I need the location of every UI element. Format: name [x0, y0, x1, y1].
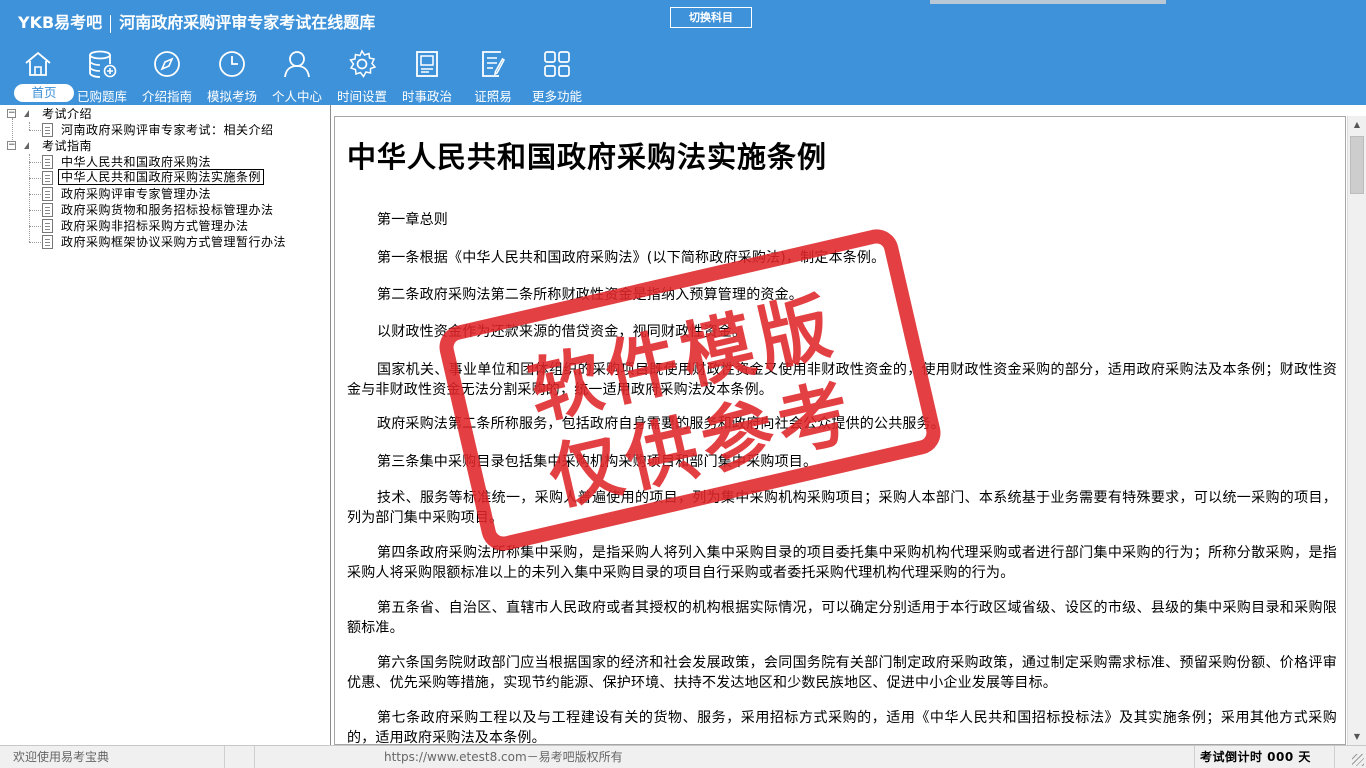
document-viewer[interactable]: 中华人民共和国政府采购法实施条例 第一章总则 第一条根据《中华人民共和国政府采购… [334, 116, 1346, 745]
scrollbar-thumb[interactable] [1350, 136, 1364, 194]
status-copyright: https://www.etest8.com－易考吧版权所有 [255, 746, 1195, 768]
tree-item[interactable]: 政府采购非招标采购方式管理办法 [0, 218, 320, 234]
nav-current-affairs[interactable]: 时事政治 [395, 46, 459, 104]
status-welcome: 欢迎使用易考宝典 [0, 746, 225, 768]
nav-mock-exam-label: 模拟考场 [206, 89, 257, 104]
nav-certificate[interactable]: 证照易 [461, 46, 525, 104]
nav-purchased-bank[interactable]: 已购题库 [70, 46, 134, 104]
status-blank [225, 746, 255, 768]
nav-personal-center-label: 个人中心 [271, 89, 322, 104]
paragraph: 第七条政府采购工程以及与工程建设有关的货物、服务，采用招标方式采购的，适用《中华… [347, 710, 1337, 745]
compass-icon [154, 51, 180, 77]
document-icon [42, 187, 53, 201]
clipboard-icon [482, 51, 505, 77]
nav-personal-center[interactable]: 个人中心 [265, 46, 329, 104]
paragraph: 以财政性资金作为还款来源的借贷资金，视同财政性资金。 [377, 324, 747, 340]
tree-item-selected[interactable]: 中华人民共和国政府采购法实施条例 [0, 169, 320, 186]
document-icon [42, 219, 53, 233]
app-brand: YKB易考吧 河南政府采购评审专家考试在线题库 [18, 9, 375, 33]
collapse-icon[interactable]: − [7, 109, 16, 118]
tree-item-label: 中华人民共和国政府采购法 [61, 155, 212, 169]
user-icon [284, 51, 310, 78]
grid-icon [544, 51, 570, 77]
paragraph: 第一章总则 [377, 212, 448, 228]
tree-item-label: 政府采购非招标采购方式管理办法 [61, 219, 249, 233]
status-bar: 欢迎使用易考宝典 https://www.etest8.com－易考吧版权所有 … [0, 745, 1366, 768]
tree-item-label: 中华人民共和国政府采购法实施条例 [58, 169, 265, 185]
top-bar: YKB易考吧 河南政府采购评审专家考试在线题库 切换科目 首页 已购题库 介绍指南… [0, 0, 1366, 105]
document-icon [42, 155, 53, 169]
tree-item-label: 河南政府采购评审专家考试：相关介绍 [61, 123, 274, 137]
chapter-tree: − 考试介绍 河南政府采购评审专家考试：相关介绍 − 考试指南 中华人民共和国政… [0, 105, 331, 745]
window-edge [930, 0, 1166, 4]
paragraph: 第三条集中采购目录包括集中采购机构采购项目和部门集中采购项目。 [377, 454, 818, 470]
nav-purchased-bank-label: 已购题库 [76, 89, 127, 104]
tree-group-label: 考试指南 [42, 139, 93, 153]
nav-mock-exam[interactable]: 模拟考场 [200, 46, 264, 104]
exam-countdown: 考试倒计时 000 天 [1195, 746, 1335, 768]
tree-item[interactable]: 政府采购货物和服务招标投标管理办法 [0, 202, 320, 218]
tree-item[interactable]: 中华人民共和国政府采购法 [0, 154, 320, 170]
home-icon [25, 51, 51, 76]
paragraph: 国家机关、事业单位和团体组织的采购项目既使用财政性资金又使用非财政性资金的，使用… [347, 362, 1337, 398]
paragraph: 技术、服务等标准统一，采购人普遍使用的项目，列为集中采购机构采购项目；采购人本部… [347, 490, 1337, 526]
brand-divider [110, 14, 112, 33]
scroll-down-arrow-icon[interactable]: ▼ [1348, 728, 1366, 745]
clock-icon [219, 51, 245, 77]
expanded-arrow-icon [24, 110, 29, 117]
tree-item-label: 政府采购评审专家管理办法 [61, 187, 212, 201]
gear-icon [349, 49, 377, 78]
document-icon [42, 123, 53, 137]
nav-home-label: 首页 [14, 84, 74, 102]
tree-item-label: 政府采购框架协议采购方式管理暂行办法 [61, 235, 287, 249]
nav-time-settings-label: 时间设置 [336, 89, 387, 104]
document-icon [42, 235, 53, 249]
switch-subject-button[interactable]: 切换科目 [670, 7, 752, 28]
document-title: 中华人民共和国政府采购法实施条例 [347, 140, 828, 174]
nav-more-functions-label: 更多功能 [531, 89, 582, 104]
scroll-up-arrow-icon[interactable]: ▲ [1348, 116, 1366, 133]
document-icon [42, 203, 53, 217]
nav-certificate-label: 证照易 [474, 89, 512, 104]
tree-group-exam-guide[interactable]: − 考试指南 [0, 138, 320, 154]
paragraph: 第四条政府采购法所称集中采购，是指采购人将列入集中采购目录的项目委托集中采购机构… [347, 545, 1337, 581]
tree-item[interactable]: 河南政府采购评审专家考试：相关介绍 [0, 122, 320, 138]
logo: YKB易考吧 [18, 13, 103, 32]
nav-home[interactable]: 首页 [6, 46, 74, 104]
paragraph: 第六条国务院财政部门应当根据国家的经济和社会发展政策，会同国务院有关部门制定政府… [347, 655, 1337, 691]
document-pin-icon [42, 171, 53, 185]
book-icon [416, 51, 438, 77]
paragraph: 第一条根据《中华人民共和国政府采购法》(以下简称政府采购法)，制定本条例。 [377, 250, 886, 266]
paragraph: 第五条省、自治区、直辖市人民政府或者其授权的机构根据实际情况，可以确定分别适用于… [347, 600, 1337, 636]
database-icon [89, 50, 117, 78]
vertical-scrollbar[interactable]: ▲ ▼ [1347, 116, 1366, 745]
paragraph: 第二条政府采购法第二条所称财政性资金是指纳入预算管理的资金。 [377, 287, 803, 303]
tree-item[interactable]: 政府采购评审专家管理办法 [0, 186, 320, 202]
nav-guide-label: 介绍指南 [141, 89, 192, 104]
collapse-icon[interactable]: − [7, 141, 16, 150]
tree-item-label: 政府采购货物和服务招标投标管理办法 [61, 203, 274, 217]
tree-group-exam-intro[interactable]: − 考试介绍 [0, 106, 320, 122]
nav-current-affairs-label: 时事政治 [401, 89, 452, 104]
paragraph: 政府采购法第二条所称服务，包括政府自身需要的服务和政府向社会公众提供的公共服务。 [377, 416, 945, 432]
resize-grip-icon[interactable] [1352, 754, 1364, 766]
nav-guide[interactable]: 介绍指南 [135, 46, 199, 104]
app-title: 河南政府采购评审专家考试在线题库 [119, 13, 376, 32]
expanded-arrow-icon [24, 142, 29, 149]
tree-item[interactable]: 政府采购框架协议采购方式管理暂行办法 [0, 234, 320, 250]
nav-time-settings[interactable]: 时间设置 [330, 46, 394, 104]
tree-group-label: 考试介绍 [42, 107, 93, 121]
nav-more-functions[interactable]: 更多功能 [525, 46, 589, 104]
